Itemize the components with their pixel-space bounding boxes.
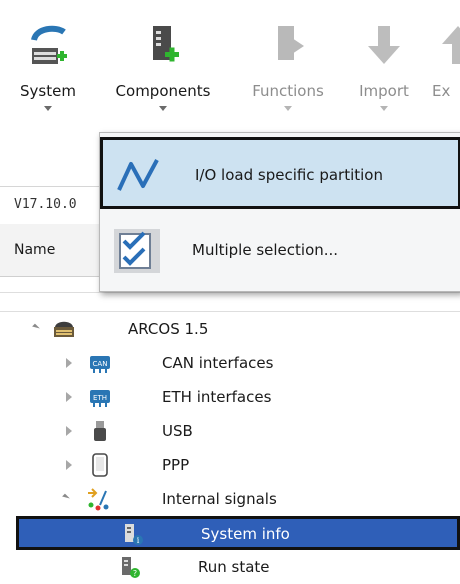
menu-item-label: Multiple selection... — [192, 241, 339, 259]
tree-item-ppp[interactable]: PPP — [0, 448, 460, 482]
chevron-down-icon[interactable] — [44, 106, 52, 111]
io-load-wave-icon — [117, 159, 159, 191]
import-icon — [368, 26, 400, 64]
tree-item-label: PPP — [162, 456, 190, 474]
internal-signals-icon — [88, 488, 109, 511]
menu-item-multiple-selection[interactable]: Multiple selection... — [100, 215, 460, 287]
svg-text:i: i — [137, 536, 140, 545]
tree-item-can-interfaces[interactable]: CAN CAN interfaces — [0, 346, 460, 380]
version-text: V17.10.0 — [14, 197, 77, 212]
expand-toggle-icon[interactable] — [66, 358, 72, 368]
functions-icon — [278, 26, 304, 60]
tree-item-label: ETH interfaces — [162, 388, 272, 406]
chevron-down-icon[interactable] — [380, 106, 388, 111]
export-button[interactable]: Ex — [430, 0, 460, 130]
system-button[interactable]: System — [8, 0, 88, 130]
tree-item-label: Internal signals — [162, 490, 277, 508]
expand-toggle-icon[interactable] — [66, 426, 72, 436]
tree-item-label: System info — [201, 525, 290, 543]
system-label: System — [20, 82, 76, 100]
expand-toggle-icon[interactable] — [66, 460, 72, 470]
tree-item-label: ARCOS 1.5 — [128, 320, 209, 338]
eth-interface-icon: ETH — [90, 390, 110, 407]
tree-item-label: CAN interfaces — [162, 354, 274, 372]
export-label: Ex — [432, 82, 451, 100]
tree-item-label: USB — [162, 422, 193, 440]
system-info-icon: i — [125, 524, 143, 545]
chevron-down-icon[interactable] — [159, 106, 167, 111]
functions-label: Functions — [252, 82, 324, 100]
run-state-icon: ? — [122, 557, 140, 578]
functions-button[interactable]: Functions — [242, 0, 334, 130]
tree-item-arcos[interactable]: ARCOS 1.5 — [0, 312, 460, 346]
multiple-selection-icon — [114, 229, 160, 273]
expand-toggle-icon[interactable] — [62, 493, 70, 502]
chevron-down-icon[interactable] — [284, 106, 292, 111]
tree-item-system-info[interactable]: i System info — [16, 516, 460, 550]
components-button[interactable]: Components — [104, 0, 222, 130]
tree-item-run-state[interactable]: ? Run state — [0, 550, 460, 584]
export-icon — [442, 26, 460, 64]
ppp-icon — [92, 453, 108, 477]
project-tree: ARCOS 1.5 CAN CAN interfaces ETH ETH int… — [0, 312, 460, 581]
filter-row[interactable] — [0, 292, 460, 312]
expand-toggle-icon[interactable] — [32, 323, 40, 332]
menu-item-label: I/O load specific partition — [195, 166, 383, 184]
svg-text:ETH: ETH — [93, 394, 107, 402]
components-add-icon — [153, 26, 179, 62]
import-button[interactable]: Import — [350, 0, 418, 130]
svg-text:?: ? — [133, 569, 137, 578]
menu-item-io-load-partition[interactable]: I/O load specific partition — [100, 137, 460, 209]
can-interface-icon: CAN — [90, 356, 110, 373]
column-header-label: Name — [14, 242, 56, 258]
expand-toggle-icon[interactable] — [66, 392, 72, 402]
tree-item-internal-signals[interactable]: Internal signals — [0, 482, 460, 516]
tree-item-label: Run state — [198, 558, 270, 576]
svg-text:CAN: CAN — [93, 360, 108, 368]
device-icon — [54, 321, 74, 337]
system-add-icon — [31, 25, 67, 64]
system-dropdown-menu: I/O load specific partition Multiple sel… — [99, 132, 460, 292]
tree-item-usb[interactable]: USB — [0, 414, 460, 448]
usb-icon — [94, 421, 106, 441]
components-label: Components — [115, 82, 211, 100]
import-label: Import — [359, 82, 409, 100]
tree-item-eth-interfaces[interactable]: ETH ETH interfaces — [0, 380, 460, 414]
